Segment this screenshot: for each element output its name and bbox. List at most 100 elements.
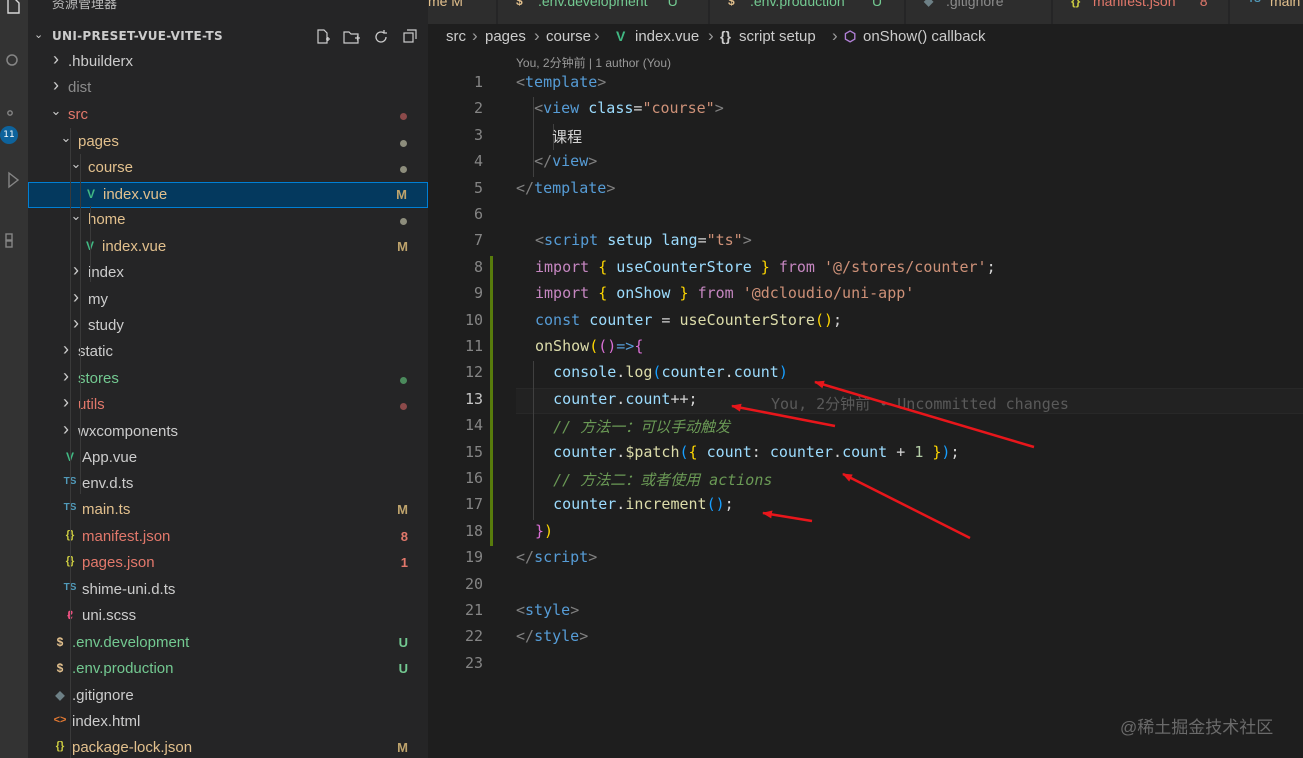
code-token: + (887, 442, 915, 461)
code-token: > (588, 548, 598, 567)
tab-label: main (1270, 0, 1301, 9)
tab-file-icon: TS (1248, 0, 1261, 5)
tree-item-manifest-json[interactable]: {}manifest.json8 (28, 525, 428, 551)
tree-item-label: course (88, 159, 134, 176)
tree-item-index-html[interactable]: <> index.html (28, 710, 428, 736)
tree-item-pages[interactable]: ⌄ pages (28, 130, 428, 156)
indent-guide (90, 206, 91, 282)
tree-item-src[interactable]: ⌄ src (28, 103, 428, 129)
code-token: : (751, 442, 770, 461)
code-line: const counter = useCounterStore(); (535, 311, 842, 329)
tab-main[interactable]: TS main (1230, 0, 1303, 24)
collapse-all-icon[interactable] (399, 26, 421, 48)
new-folder-icon[interactable] (341, 26, 363, 48)
code-token: => (616, 337, 635, 355)
tab-label: manifest.json (1093, 0, 1176, 9)
tree-item-shime-uni-d-ts[interactable]: TSshime-uni.d.ts (28, 578, 428, 604)
tree-item-course[interactable]: ⌄ course (28, 156, 428, 182)
code-editor[interactable]: You, 2分钟前 | 1 author (You) 1 <template> 2 … (428, 52, 1303, 758)
project-header[interactable]: ⌄ UNI-PRESET-VUE-VITE-TS (28, 26, 428, 48)
tree-item-label: utils (78, 396, 105, 413)
tree-item-index-vue[interactable]: Vindex.vueM (28, 182, 428, 208)
run-debug-icon[interactable] (0, 166, 28, 194)
code-line: counter.$patch({ count: counter.count + … (535, 443, 959, 461)
breadcrumb-item[interactable]: index.vue (635, 28, 699, 45)
git-added-gutter (490, 255, 493, 547)
search-icon[interactable] (0, 48, 28, 76)
tree-item-pages-json[interactable]: {}pages.json1 (28, 551, 428, 577)
git-status-badge: U (398, 661, 408, 676)
code-token: { (634, 337, 644, 355)
tab-env-production[interactable]: $ .env.production U (710, 0, 905, 24)
chevron-down-icon: ⌄ (50, 103, 62, 118)
code-token: ; (724, 495, 734, 514)
codelens-blame[interactable]: You, 2分钟前 | 1 author (You) (516, 54, 671, 71)
breadcrumb-item[interactable]: src (446, 28, 466, 45)
method-icon: ⬡ (844, 28, 857, 44)
git-status-badge: M (396, 187, 407, 202)
tree-item-study[interactable]: › study (28, 313, 428, 340)
breadcrumb-item[interactable]: pages (485, 28, 526, 45)
tree-item-label: index.html (72, 713, 141, 730)
tree-item-wxcomponents[interactable]: › wxcomponents (28, 419, 428, 446)
code-token: } (535, 521, 545, 540)
code-token: const (535, 310, 581, 329)
json-file-icon: {} (55, 740, 65, 752)
code-line: // 方法一：可以手动触发 (535, 416, 730, 437)
tree-item-package-lock-json[interactable]: {} package-lock.json M (28, 736, 428, 758)
git-status-dot (400, 377, 407, 384)
code-token: () (814, 310, 834, 329)
tree-item-label: home (88, 211, 126, 228)
code-token: "course" (642, 99, 715, 118)
code-token: } (760, 257, 770, 276)
code-line: <style> (516, 601, 579, 619)
code-token: > (597, 73, 607, 91)
line-number: 3 (473, 125, 483, 144)
tree-item-env-development[interactable]: $ .env.development U (28, 631, 428, 657)
code-token: count (625, 389, 671, 408)
more-actions-icon[interactable]: ··· (390, 0, 403, 8)
extensions-icon[interactable] (0, 226, 28, 254)
tree-item-index-vue[interactable]: Vindex.vueM (28, 235, 428, 261)
code-token: < (534, 99, 544, 118)
git-status-badge: M (397, 239, 408, 254)
tab-env-development[interactable]: $ .env.development U (498, 0, 709, 24)
tree-item-app-vue[interactable]: VApp.vue (28, 446, 428, 472)
explorer-icon[interactable] (0, 0, 28, 20)
refresh-icon[interactable] (370, 26, 392, 48)
tree-item-static[interactable]: › static (28, 339, 428, 366)
tree-item-hbuilderx[interactable]: › .hbuilderx (28, 49, 428, 76)
code-token: template (525, 73, 598, 91)
tree-item-label: .gitignore (72, 687, 134, 704)
tab-me[interactable]: me M (428, 0, 497, 24)
line-number: 18 (464, 521, 483, 540)
tree-item-index[interactable]: › index (28, 260, 428, 287)
tree-item-gitignore[interactable]: ◆ .gitignore (28, 684, 428, 710)
code-token: from (778, 257, 815, 276)
code-token: console (553, 363, 617, 382)
tree-item-my[interactable]: › my (28, 287, 428, 314)
tree-item-env-d-ts[interactable]: TSenv.d.ts (28, 472, 428, 498)
code-token: log (625, 363, 653, 382)
tree-item-label: .hbuilderx (68, 53, 134, 70)
tab-git-badge: U (872, 0, 883, 9)
breadcrumb-item[interactable]: course (546, 28, 591, 45)
tab-file-icon: ◆ (924, 0, 934, 8)
code-token: </ (516, 548, 535, 567)
tree-item-env-production[interactable]: $ .env.production U (28, 657, 428, 683)
breadcrumb-item[interactable]: onShow() callback (863, 28, 986, 45)
tree-item-dist[interactable]: › dist (28, 75, 428, 102)
tree-item-main-ts[interactable]: TSmain.tsM (28, 498, 428, 524)
tab-manifest-json[interactable]: {} manifest.json 8 (1053, 0, 1229, 24)
tab-gitignore[interactable]: ◆ .gitignore (906, 0, 1052, 24)
tree-item-uni-scss[interactable]: ℓuni.scss (28, 604, 428, 630)
tree-item-home[interactable]: ⌄ home (28, 208, 428, 234)
new-file-icon[interactable] (312, 26, 334, 48)
breadcrumb-item[interactable]: script setup (739, 28, 816, 45)
tree-item-utils[interactable]: › utils (28, 392, 428, 419)
tree-item-label: package-lock.json (72, 739, 193, 756)
tree-item-stores[interactable]: › stores (28, 366, 428, 393)
